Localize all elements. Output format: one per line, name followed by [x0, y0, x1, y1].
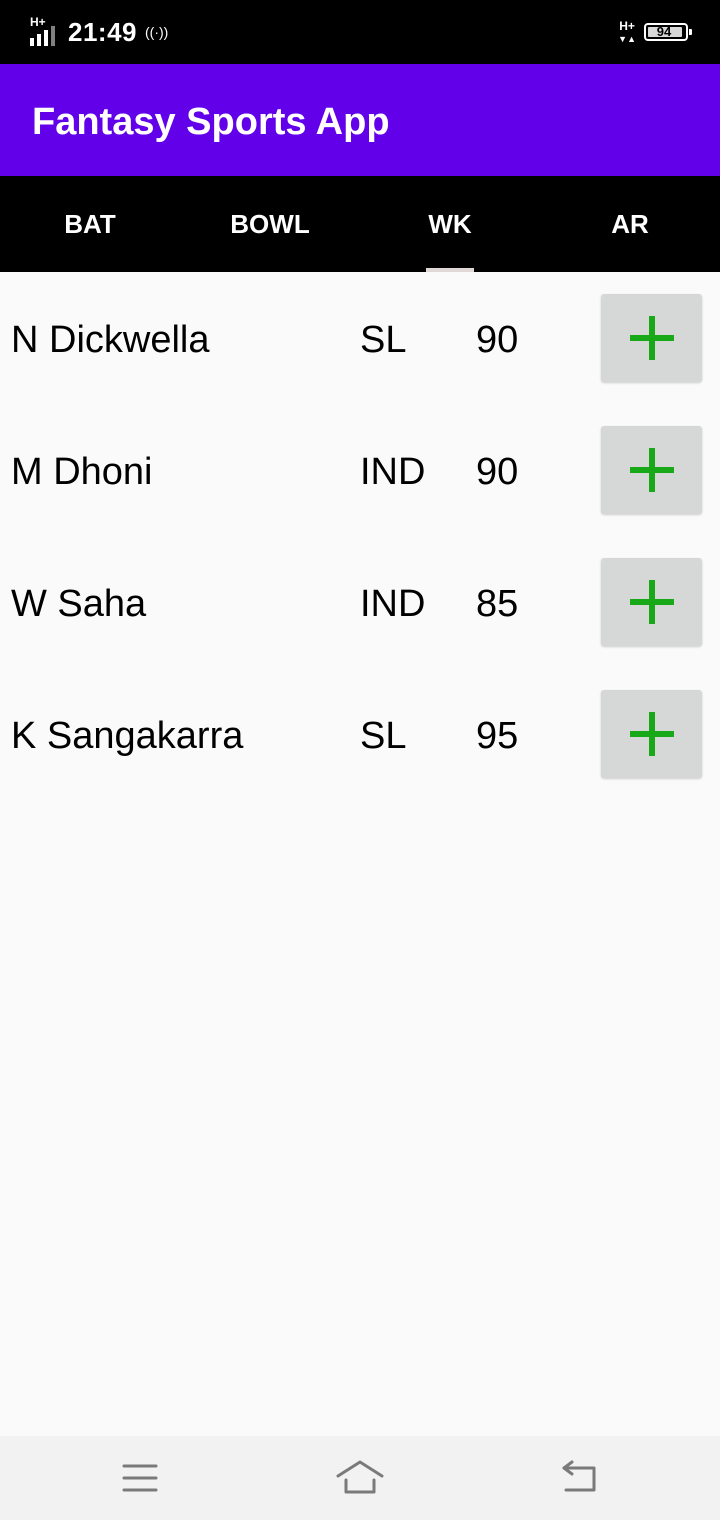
tab-label: WK: [428, 208, 472, 239]
battery-icon: 94: [644, 23, 692, 41]
home-icon[interactable]: [336, 1456, 384, 1500]
plus-icon: [630, 712, 674, 756]
status-right: H+ ▼▲ 94: [618, 18, 692, 46]
add-player-button[interactable]: [601, 294, 702, 382]
add-player-button[interactable]: [601, 690, 702, 778]
tab-label: BOWL: [230, 208, 310, 239]
tab-bat[interactable]: BAT: [0, 176, 180, 272]
list-item: W Saha IND 85: [0, 536, 720, 668]
player-team: SL: [360, 319, 407, 361]
tab-label: BAT: [64, 208, 116, 239]
status-left: H+ 21:49 ((·)): [30, 16, 168, 48]
status-time: 21:49: [68, 16, 137, 47]
back-icon[interactable]: [556, 1456, 604, 1500]
add-player-button[interactable]: [601, 426, 702, 514]
plus-icon: [630, 448, 674, 492]
player-points: 90: [476, 319, 519, 361]
system-nav-bar: [0, 1436, 720, 1520]
player-name: W Saha: [11, 583, 147, 625]
signal-icon: H+: [30, 16, 60, 46]
list-item: M Dhoni IND 90: [0, 404, 720, 536]
signal-bars: [30, 26, 55, 46]
plus-icon: [630, 316, 674, 360]
tab-bowl[interactable]: BOWL: [180, 176, 360, 272]
plus-icon: [630, 580, 674, 624]
player-team: IND: [360, 583, 426, 625]
status-bar: H+ 21:49 ((·)) H+ ▼▲ 94: [0, 0, 720, 64]
menu-icon[interactable]: [116, 1456, 164, 1500]
player-name: N Dickwella: [11, 319, 210, 361]
tab-ar[interactable]: AR: [540, 176, 720, 272]
battery-level: 94: [656, 24, 672, 39]
player-name: K Sangakarra: [11, 715, 244, 757]
app-bar: Fantasy Sports App: [0, 64, 720, 176]
network-type-right: H+ ▼▲: [618, 18, 636, 44]
hotspot-icon: ((·)): [145, 24, 169, 40]
player-name: M Dhoni: [11, 451, 153, 493]
list-item: K Sangakarra SL 95: [0, 668, 720, 800]
player-team: IND: [360, 451, 426, 493]
player-points: 90: [476, 451, 519, 493]
player-list: N Dickwella SL 90 M Dhoni IND 90 W Saha IND 85 K …: [0, 272, 720, 800]
app-title: Fantasy Sports App: [32, 101, 390, 143]
player-team: SL: [360, 715, 407, 757]
list-item: N Dickwella SL 90: [0, 272, 720, 404]
add-player-button[interactable]: [601, 558, 702, 646]
tab-wk[interactable]: WK: [360, 176, 540, 272]
tab-label: AR: [611, 208, 649, 239]
player-points: 85: [476, 583, 519, 625]
player-points: 95: [476, 715, 519, 757]
position-tabs: BAT BOWL WK AR: [0, 176, 720, 272]
